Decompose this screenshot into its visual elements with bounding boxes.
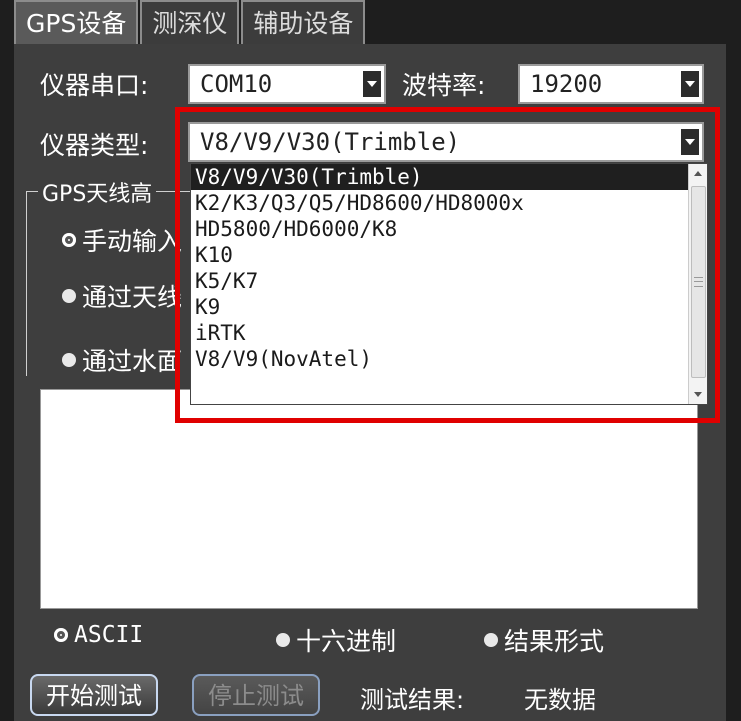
chevron-down-icon[interactable] (681, 71, 699, 97)
serial-port-label: 仪器串口: (40, 71, 149, 100)
radio-format-result-label: 结果形式 (504, 627, 605, 656)
test-result-label: 测试结果: (360, 686, 465, 714)
radio-unselected-icon (62, 289, 76, 303)
antenna-height-group-title: GPS天线高 (38, 176, 157, 208)
tab-strip: GPS设备 测深仪 辅助设备 (14, 0, 367, 44)
highlight-box (175, 107, 720, 423)
serial-port-value: COM10 (200, 70, 273, 98)
radio-unselected-icon (484, 633, 498, 647)
radio-manual-input-label: 手动输入 (82, 227, 183, 256)
radio-via-antenna[interactable]: 通过天线 (62, 278, 182, 314)
radio-unselected-icon (62, 353, 76, 367)
radio-unselected-icon (276, 633, 290, 647)
baud-rate-value: 19200 (530, 70, 603, 98)
radio-format-ascii[interactable]: ASCII (54, 622, 143, 648)
instrument-type-label: 仪器类型: (40, 131, 149, 160)
start-test-button[interactable]: 开始测试 (30, 674, 158, 716)
radio-format-ascii-label: ASCII (74, 622, 144, 648)
radio-format-result[interactable]: 结果形式 (484, 622, 604, 658)
radio-selected-icon (62, 233, 76, 247)
radio-via-antenna-label: 通过天线 (82, 283, 183, 312)
tab-auxiliary-device[interactable]: 辅助设备 (241, 0, 366, 44)
radio-selected-icon (54, 628, 68, 642)
baud-rate-label: 波特率: (402, 71, 486, 100)
radio-via-water-surface[interactable]: 通过水面 (62, 342, 182, 378)
stop-test-button[interactable]: 停止测试 (192, 674, 320, 716)
tab-echo-sounder[interactable]: 测深仪 (140, 0, 240, 44)
radio-manual-input[interactable]: 手动输入 (62, 222, 182, 258)
radio-format-hex-label: 十六进制 (296, 627, 397, 656)
chevron-down-icon[interactable] (363, 71, 381, 97)
baud-rate-select[interactable]: 19200 (518, 64, 704, 104)
radio-via-water-surface-label: 通过水面 (82, 347, 183, 376)
tab-gps-device[interactable]: GPS设备 (14, 0, 139, 44)
test-result-value: 无数据 (524, 686, 596, 714)
serial-port-select[interactable]: COM10 (188, 64, 386, 104)
radio-format-hex[interactable]: 十六进制 (276, 622, 396, 658)
